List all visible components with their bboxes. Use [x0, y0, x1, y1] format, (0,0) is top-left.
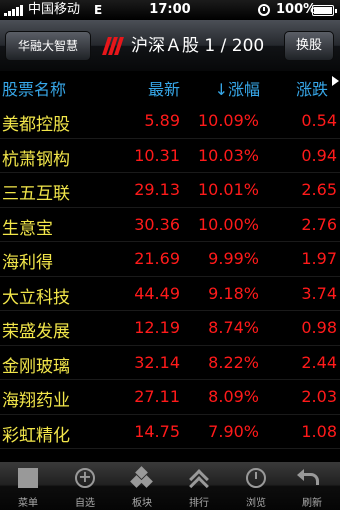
stock-price: 29.13 — [134, 180, 180, 199]
stock-price: 27.11 — [134, 387, 180, 406]
stock-change: 2.65 — [301, 180, 337, 199]
stock-pct: 10.00% — [197, 214, 259, 234]
stock-pct: 8.22% — [208, 352, 259, 372]
stock-pct: 9.18% — [208, 283, 259, 303]
column-pct-header[interactable]: ↓涨幅 — [215, 76, 260, 100]
stock-name: 彩虹精化 — [2, 425, 70, 446]
table-row[interactable]: 美都控股 5.89 10.09% 0.54 — [0, 104, 340, 139]
stock-pct: 9.99% — [208, 249, 259, 268]
stock-name: 三五互联 — [2, 184, 70, 204]
table-row[interactable]: 大立科技 44.49 9.18% 3.74 — [0, 277, 340, 311]
stock-pct: 8.74% — [208, 318, 259, 337]
nav-bar: 华融大智慧 沪深Ａ股 1 / 200 换股 — [0, 20, 340, 72]
stock-change: 0.98 — [301, 318, 337, 337]
tab-ranking[interactable]: 排行 — [171, 462, 227, 510]
tab-menu[interactable]: 菜单 — [0, 462, 56, 510]
column-change-header[interactable]: 涨跌 — [296, 76, 328, 100]
table-row[interactable]: 海利得 21.69 9.99% 1.97 — [0, 242, 340, 277]
stock-price: 44.49 — [134, 283, 180, 303]
stock-change: 1.97 — [301, 249, 337, 268]
stock-change: 0.54 — [301, 111, 337, 130]
stock-change: 1.08 — [301, 421, 337, 441]
tab-label: 刷新 — [302, 498, 322, 509]
tab-label: 菜单 — [18, 498, 38, 509]
stock-pct: 10.09% — [197, 111, 259, 130]
rotation-lock-icon — [258, 4, 270, 16]
tab-label: 排行 — [189, 498, 209, 509]
table-row[interactable]: 生意宝 30.36 10.00% 2.76 — [0, 208, 340, 242]
tab-label: 板块 — [132, 498, 152, 509]
stock-name: 生意宝 — [2, 218, 53, 239]
stock-pct: 8.09% — [208, 387, 259, 406]
stock-price: 12.19 — [134, 318, 180, 337]
column-header: 股票名称 最新 ↓涨幅 涨跌 — [0, 72, 340, 102]
stock-name: 美都控股 — [2, 115, 70, 135]
stock-price: 21.69 — [134, 249, 180, 268]
tab-label: 浏览 — [246, 498, 266, 509]
tab-sectors[interactable]: 板块 — [114, 462, 170, 510]
stock-change: 2.76 — [301, 214, 337, 234]
tab-bar: 菜单 自选 板块 排行 浏览 刷新 — [0, 462, 340, 510]
table-row[interactable]: 三五互联 29.13 10.01% 2.65 — [0, 173, 340, 208]
column-name-header[interactable]: 股票名称 — [2, 76, 66, 100]
page-title: 沪深Ａ股 1 / 200 — [131, 36, 265, 56]
logo-icon — [102, 37, 124, 55]
back-button[interactable]: 华融大智慧 — [5, 31, 91, 61]
stock-change: 2.44 — [301, 352, 337, 372]
arrow-right-icon[interactable] — [332, 76, 339, 86]
stock-price: 32.14 — [134, 352, 180, 372]
refresh-icon — [297, 469, 319, 485]
tab-browse[interactable]: 浏览 — [228, 462, 284, 510]
stock-pct: 7.90% — [208, 421, 259, 441]
status-bar: 中国移动 E 17:00 100% — [0, 0, 340, 20]
table-row[interactable]: 杭萧钢构 10.31 10.03% 0.94 — [0, 139, 340, 173]
stock-name: 杭萧钢构 — [2, 149, 70, 170]
stock-name: 海利得 — [2, 253, 53, 273]
stock-price: 10.31 — [134, 145, 180, 165]
ranking-icon — [189, 468, 209, 496]
menu-icon — [18, 468, 38, 488]
add-circle-icon — [75, 467, 95, 488]
battery-percent: 100% — [276, 2, 317, 17]
table-row[interactable]: 金刚玻璃 32.14 8.22% 2.44 — [0, 346, 340, 380]
table-row[interactable]: 荣盛发展 12.19 8.74% 0.98 — [0, 311, 340, 346]
sector-icon — [130, 466, 153, 488]
battery-icon — [312, 5, 337, 16]
table-row[interactable]: 彩虹精化 14.75 7.90% 1.08 — [0, 415, 340, 449]
stock-name: 金刚玻璃 — [2, 356, 70, 377]
tab-refresh[interactable]: 刷新 — [284, 462, 340, 510]
stock-price: 14.75 — [134, 421, 180, 441]
stock-pct: 10.03% — [197, 145, 259, 165]
stock-price: 5.89 — [144, 111, 180, 130]
browse-icon — [246, 468, 266, 488]
tab-label: 自选 — [75, 498, 95, 509]
stock-change: 0.94 — [301, 145, 337, 165]
switch-stock-button[interactable]: 换股 — [284, 31, 334, 61]
column-price-header[interactable]: 最新 — [148, 76, 180, 100]
tab-watchlist[interactable]: 自选 — [57, 462, 113, 510]
stock-name: 荣盛发展 — [2, 322, 70, 342]
table-row[interactable]: 海翔药业 27.11 8.09% 2.03 — [0, 380, 340, 415]
stock-name: 海翔药业 — [2, 391, 70, 411]
stock-name: 大立科技 — [2, 287, 70, 308]
stock-change: 3.74 — [301, 283, 337, 303]
stock-pct: 10.01% — [197, 180, 259, 199]
stock-price: 30.36 — [134, 214, 180, 234]
stock-change: 2.03 — [301, 387, 337, 406]
